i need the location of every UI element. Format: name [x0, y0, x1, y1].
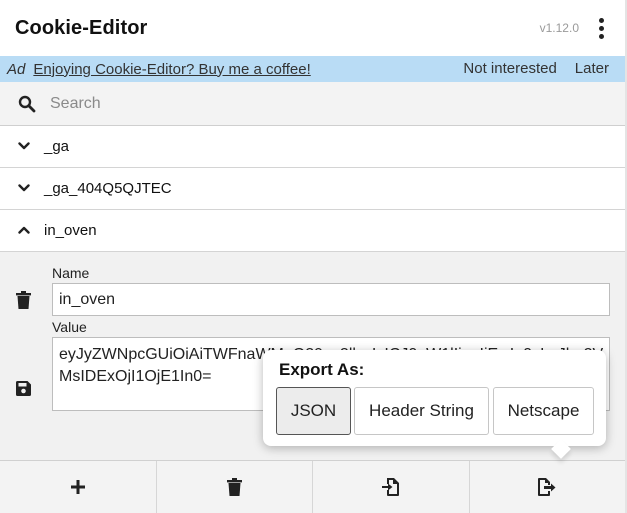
- chevron-down-icon: [18, 142, 30, 150]
- export-popover-title: Export As:: [279, 360, 365, 379]
- title-bar: Cookie-Editor: [0, 0, 625, 56]
- add-cookie-button[interactable]: [0, 461, 157, 513]
- ad-banner: Ad Enjoying Cookie-Editor? Buy me a coff…: [0, 56, 625, 82]
- import-button[interactable]: [313, 461, 470, 513]
- cookie-name: _ga_404Q5QJTEC: [44, 180, 172, 197]
- ad-tag: Ad: [7, 60, 26, 78]
- export-icon: [538, 478, 556, 496]
- search-input[interactable]: [50, 92, 610, 116]
- save-icon[interactable]: [16, 381, 31, 396]
- version-label: v1.12.0: [539, 21, 579, 35]
- cookie-name: _ga: [44, 138, 70, 155]
- import-icon: [381, 478, 399, 496]
- trash-icon: [226, 478, 242, 496]
- ad-link[interactable]: Enjoying Cookie-Editor? Buy me a coffee!: [33, 61, 310, 78]
- not-interested-button[interactable]: Not interested: [463, 60, 556, 77]
- delete-cookie-icon[interactable]: [16, 291, 31, 309]
- later-button[interactable]: Later: [575, 60, 609, 77]
- chevron-down-icon: [18, 184, 30, 192]
- bottom-toolbar: [0, 460, 625, 513]
- search-icon: [18, 95, 36, 113]
- value-label: Value: [52, 319, 87, 335]
- cookie-name: in_oven: [44, 222, 97, 239]
- export-netscape-button[interactable]: Netscape: [493, 387, 594, 435]
- chevron-up-icon: [18, 226, 30, 234]
- cookie-row-ga[interactable]: _ga: [0, 126, 625, 168]
- search-bar: [0, 82, 625, 126]
- cookie-row-in-oven[interactable]: in_oven: [0, 210, 625, 252]
- name-field[interactable]: in_oven: [52, 283, 610, 316]
- export-json-button[interactable]: JSON: [276, 387, 351, 435]
- ad-actions: Not interested Later: [463, 60, 609, 77]
- cookie-row-ga-404q5qjtec[interactable]: _ga_404Q5QJTEC: [0, 168, 625, 210]
- export-popover: Export As: JSON Header String Netscape: [263, 350, 606, 459]
- app-title: Cookie-Editor: [15, 16, 148, 39]
- cookie-editor-window: Cookie-Editor v1.12.0 Ad Enjoying Cookie…: [0, 0, 627, 513]
- plus-icon: [70, 480, 85, 494]
- export-header-string-button[interactable]: Header String: [354, 387, 489, 435]
- export-button[interactable]: [470, 461, 626, 513]
- name-label: Name: [52, 265, 90, 281]
- delete-all-button[interactable]: [157, 461, 313, 513]
- more-options-icon[interactable]: [595, 16, 607, 40]
